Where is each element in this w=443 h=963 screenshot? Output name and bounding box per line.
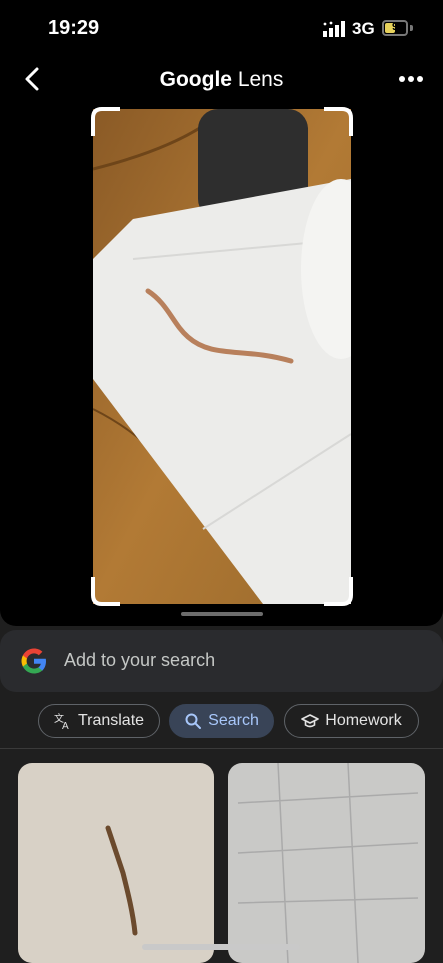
add-to-search-placeholder: Add to your search [64,650,216,670]
battery-tip [410,25,413,31]
image-viewer [0,104,443,626]
search-icon [185,713,202,729]
homework-chip[interactable]: Homework [284,704,419,738]
crop-corner-handles[interactable] [90,106,354,607]
translate-chip-label: Translate [77,712,145,729]
graduation-cap-icon [301,714,320,728]
battery-icon: 9 [382,20,408,36]
translate-icon: 文 A [54,712,69,730]
mode-chips: 文 A Translate Search Homework [0,692,443,749]
result-image-1[interactable] [18,763,214,963]
homework-chip-label: Homework [325,712,402,729]
search-chip[interactable]: Search [169,704,274,738]
home-indicator[interactable] [142,944,300,950]
network-type: 3G [352,19,375,38]
result-image-2[interactable] [228,763,425,963]
more-horizontal-icon[interactable] [398,74,424,84]
title-product: Lens [237,68,284,91]
google-g-logo [21,648,46,674]
battery-percent: 9 [391,21,399,33]
lens-header: Google Lens [0,56,443,104]
status-time: 19:29 [48,17,100,39]
svg-text:A: A [62,721,69,730]
title-brand: Google [159,68,232,91]
translate-chip[interactable]: 文 A Translate [38,704,160,738]
search-chip-label: Search [208,712,259,729]
visual-matches [0,749,443,963]
sheet-drag-handle[interactable] [181,612,263,616]
add-to-search-bar[interactable]: Add to your search [0,630,443,692]
status-bar: 19:29 3G 9 [0,0,443,56]
signal-icon [323,21,345,37]
page-title: Google Lens [0,68,443,92]
